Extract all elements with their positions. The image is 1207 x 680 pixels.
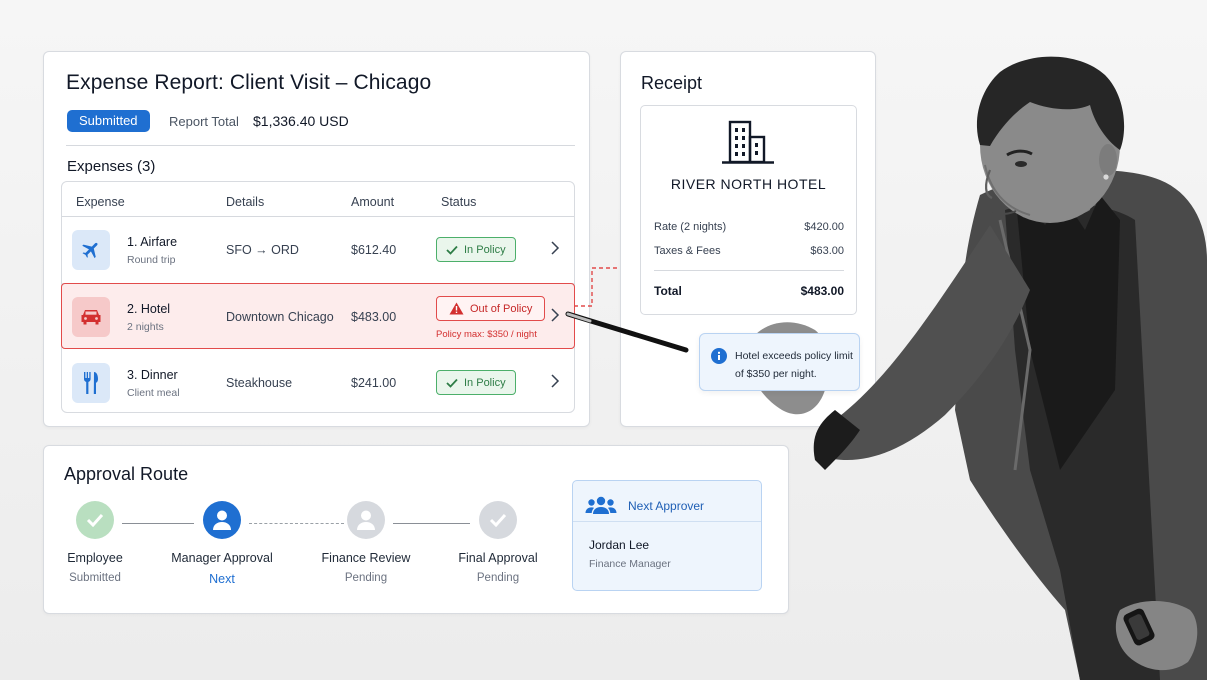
badge-label: Out of Policy: [470, 302, 533, 315]
utensils-icon: [72, 363, 110, 403]
check-icon: [479, 501, 517, 539]
expense-name: 1. Airfare: [127, 235, 178, 249]
receipt-connector: [574, 267, 622, 307]
expense-amount: $241.00: [351, 376, 397, 390]
expense-amount: $612.40: [351, 243, 397, 257]
expense-name: 3. Dinner: [127, 368, 178, 382]
expense-sub: Client meal: [127, 387, 180, 399]
next-approver-panel: Next Approver Jordan Lee Finance Manager: [572, 480, 762, 591]
approval-title: Approval Route: [64, 464, 189, 484]
in-policy-badge: In Policy: [436, 370, 516, 395]
user-icon: [347, 501, 385, 539]
in-policy-badge: In Policy: [436, 237, 516, 262]
step-status: Pending: [344, 572, 388, 584]
check-icon: [446, 378, 458, 388]
step-connector: [249, 523, 344, 524]
step-label: Manager Approval: [171, 551, 273, 565]
check-icon: [446, 245, 458, 255]
expense-name: 2. Hotel: [127, 302, 171, 316]
user-icon: [203, 501, 241, 539]
expense-table: Expense Details Amount Status 1. Airfare…: [61, 181, 575, 413]
step-connector: [393, 523, 470, 524]
badge-label: In Policy: [464, 243, 506, 256]
table-row[interactable]: 1. Airfare Round trip SFO → ORD $612.40 …: [62, 217, 574, 283]
divider: [573, 521, 761, 522]
receipt-line: Rate (2 nights) $420.00: [654, 221, 844, 233]
receipt-document[interactable]: RIVER NORTH HOTEL Rate (2 nights) $420.0…: [640, 105, 857, 315]
warning-icon: [449, 302, 464, 315]
report-total-value: $1,336.40 USD: [253, 113, 349, 129]
divider: [654, 270, 844, 271]
receipt-total: Total $483.00: [654, 284, 844, 298]
badge-label: In Policy: [464, 376, 506, 389]
car-icon: [72, 297, 110, 337]
step-status: Submitted: [69, 572, 121, 584]
step-label: Final Approval: [458, 551, 538, 565]
chevron-right-icon[interactable]: [550, 241, 560, 255]
expense-details: SFO → ORD: [226, 243, 299, 257]
approver-role: Finance Manager: [589, 558, 671, 570]
step-label: Employee: [67, 551, 123, 565]
policy-note: Policy max: $350 / night: [436, 329, 537, 340]
expense-sub: Round trip: [127, 254, 176, 266]
expenses-heading: Expenses (3): [67, 158, 156, 175]
approver-name: Jordan Lee: [589, 538, 650, 552]
status-badge: Submitted: [67, 110, 150, 132]
step-status: Pending: [476, 572, 520, 584]
receipt-line-label: Rate (2 nights): [654, 221, 727, 233]
policy-tooltip: Hotel exceeds policy limit of $350 per n…: [699, 333, 860, 391]
airplane-icon: [72, 230, 110, 270]
people-icon: [585, 496, 617, 514]
column-header-expense: Expense: [76, 195, 125, 209]
column-header-amount: Amount: [351, 195, 395, 209]
policy-tooltip-text: Hotel exceeds policy limit of $350 per n…: [735, 350, 853, 380]
step-connector: [122, 523, 194, 524]
divider: [66, 145, 575, 146]
info-icon: [711, 348, 727, 364]
step-status: Next: [209, 572, 235, 586]
table-row-flagged[interactable]: 2. Hotel 2 nights Downtown Chicago $483.…: [61, 283, 575, 349]
expense-amount: $483.00: [351, 310, 397, 324]
chevron-right-icon[interactable]: [550, 308, 560, 322]
receipt-line-value: $420.00: [804, 221, 844, 233]
approval-route-card: Approval Route Employee Submitted Manage…: [43, 445, 789, 614]
receipt-line-value: $63.00: [810, 245, 844, 257]
page-title: Expense Report: Client Visit – Chicago: [66, 71, 432, 94]
report-total-label: Report Total: [169, 114, 239, 129]
receipt-total-value: $483.00: [800, 284, 844, 298]
receipt-title: Receipt: [641, 73, 703, 93]
receipt-line: Taxes & Fees $63.00: [654, 245, 844, 257]
step-complete-icon: [76, 501, 114, 539]
receipt-line-label: Taxes & Fees: [654, 245, 721, 257]
column-header-status: Status: [441, 195, 477, 209]
next-approver-label: Next Approver: [628, 499, 705, 513]
out-of-policy-badge: Out of Policy: [436, 296, 546, 321]
chevron-right-icon[interactable]: [550, 374, 560, 388]
column-header-details: Details: [226, 195, 265, 209]
expense-report-card: Expense Report: Client Visit – Chicago S…: [43, 51, 590, 427]
expense-details: Steakhouse: [226, 376, 293, 390]
expense-details: Downtown Chicago: [226, 310, 334, 324]
step-label: Finance Review: [321, 551, 411, 565]
table-row[interactable]: 3. Dinner Client meal Steakhouse $241.00…: [62, 350, 574, 416]
receipt-total-label: Total: [654, 284, 682, 298]
vendor-name: RIVER NORTH HOTEL: [670, 176, 827, 192]
building-icon: [722, 120, 774, 164]
expense-sub: 2 nights: [127, 321, 164, 333]
